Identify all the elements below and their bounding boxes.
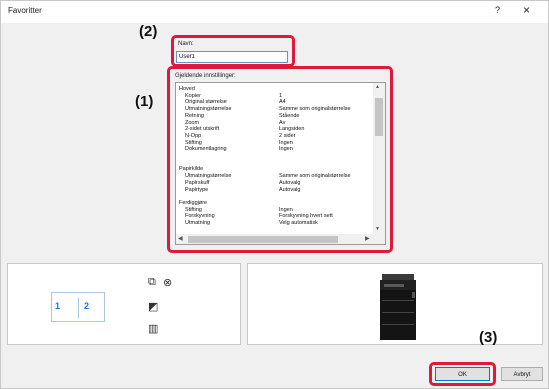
page-2-label: 2 xyxy=(84,301,90,311)
setting-key: Dokumentlagring xyxy=(185,146,227,153)
printer-preview-panel xyxy=(247,263,543,345)
callout-2: (2) xyxy=(139,23,158,40)
scroll-up-icon[interactable]: ▲ xyxy=(375,84,380,90)
setting-value: Velg automatisk xyxy=(279,220,318,226)
cancel-button[interactable]: Avbryt xyxy=(501,367,543,381)
ok-button[interactable]: OK xyxy=(435,367,490,381)
window-title: Favoritter xyxy=(8,6,42,15)
close-button[interactable]: × xyxy=(523,3,530,17)
document-icon: ▥ xyxy=(148,323,159,335)
name-input[interactable] xyxy=(176,51,288,63)
horizontal-scroll-thumb[interactable] xyxy=(188,236,338,243)
scroll-down-icon[interactable]: ▼ xyxy=(375,226,380,232)
setting-value: Autovalg xyxy=(279,186,301,193)
printer-image xyxy=(380,274,416,340)
setting-value: Ingen xyxy=(279,146,293,153)
color-mode-icon: ◩ xyxy=(148,301,159,313)
n-up-preview: 1 2 xyxy=(51,292,105,322)
setting-key: Utmatning xyxy=(185,220,211,226)
page-divider xyxy=(78,298,79,318)
scroll-left-icon[interactable]: ◀ xyxy=(178,235,183,242)
staple-icon: ⊗ xyxy=(163,277,173,289)
title-bar: Favoritter ? × xyxy=(1,1,548,23)
page-1-label: 1 xyxy=(55,301,61,311)
name-label: Navn: xyxy=(178,41,194,47)
current-settings-label: Gjeldende innstillinger: xyxy=(175,73,236,79)
vertical-scroll-thumb[interactable] xyxy=(375,98,383,136)
current-settings-list[interactable]: Hoved Kopier 1 Original størrelse A4 Utmatnin… xyxy=(175,82,386,245)
layout-preview-panel: 1 2 ⧉ ⊗ ◩ ▥ xyxy=(7,263,241,345)
callout-1: (1) xyxy=(135,93,154,110)
favorites-dialog: Favoritter ? × (2) Navn: (1) Gjeldende i… xyxy=(0,0,549,389)
copies-icon: ⧉ xyxy=(148,276,156,288)
scroll-right-icon[interactable]: ▶ xyxy=(365,235,370,242)
help-button[interactable]: ? xyxy=(495,5,500,15)
callout-3: (3) xyxy=(479,329,498,346)
setting-key: Papirtype xyxy=(185,186,209,193)
